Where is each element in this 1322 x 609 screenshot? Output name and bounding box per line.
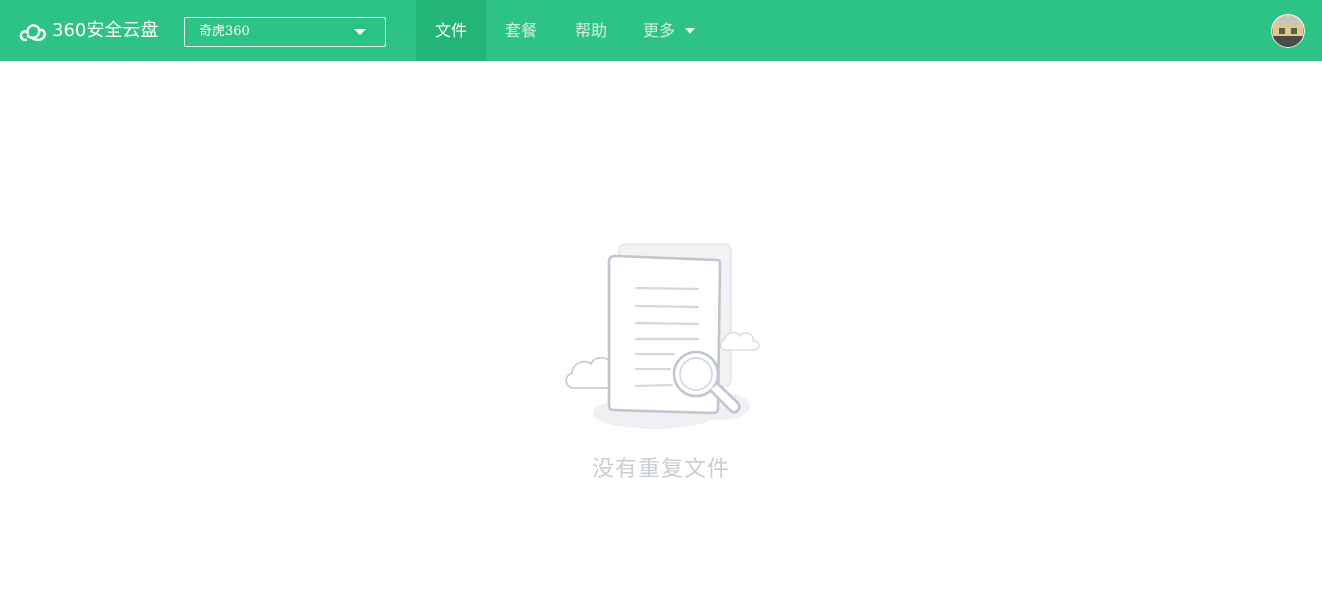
nav-plans[interactable]: 套餐 xyxy=(486,0,556,61)
empty-message: 没有重复文件 xyxy=(591,457,730,482)
cloud-logo-icon xyxy=(19,24,46,42)
avatar[interactable] xyxy=(1271,14,1305,48)
top-bar: 360安全云盘 奇虎360 文件 套餐 帮助 更多 xyxy=(0,0,1322,61)
logo[interactable]: 360安全云盘 xyxy=(18,18,158,44)
nav-more-label: 更多 xyxy=(643,21,676,40)
nav-help[interactable]: 帮助 xyxy=(556,0,626,61)
avatar-image xyxy=(1271,14,1305,48)
chevron-down-icon xyxy=(685,28,695,34)
account-select-value: 奇虎360 xyxy=(199,24,250,39)
chevron-down-icon xyxy=(354,29,366,35)
logo-text: 360安全云盘 xyxy=(52,20,159,41)
nav-more[interactable]: 更多 xyxy=(626,0,696,61)
nav-files[interactable]: 文件 xyxy=(416,0,486,61)
empty-document-search-icon xyxy=(565,243,760,429)
account-select[interactable]: 奇虎360 xyxy=(184,17,386,47)
main-nav: 文件 套餐 帮助 更多 xyxy=(416,0,696,61)
